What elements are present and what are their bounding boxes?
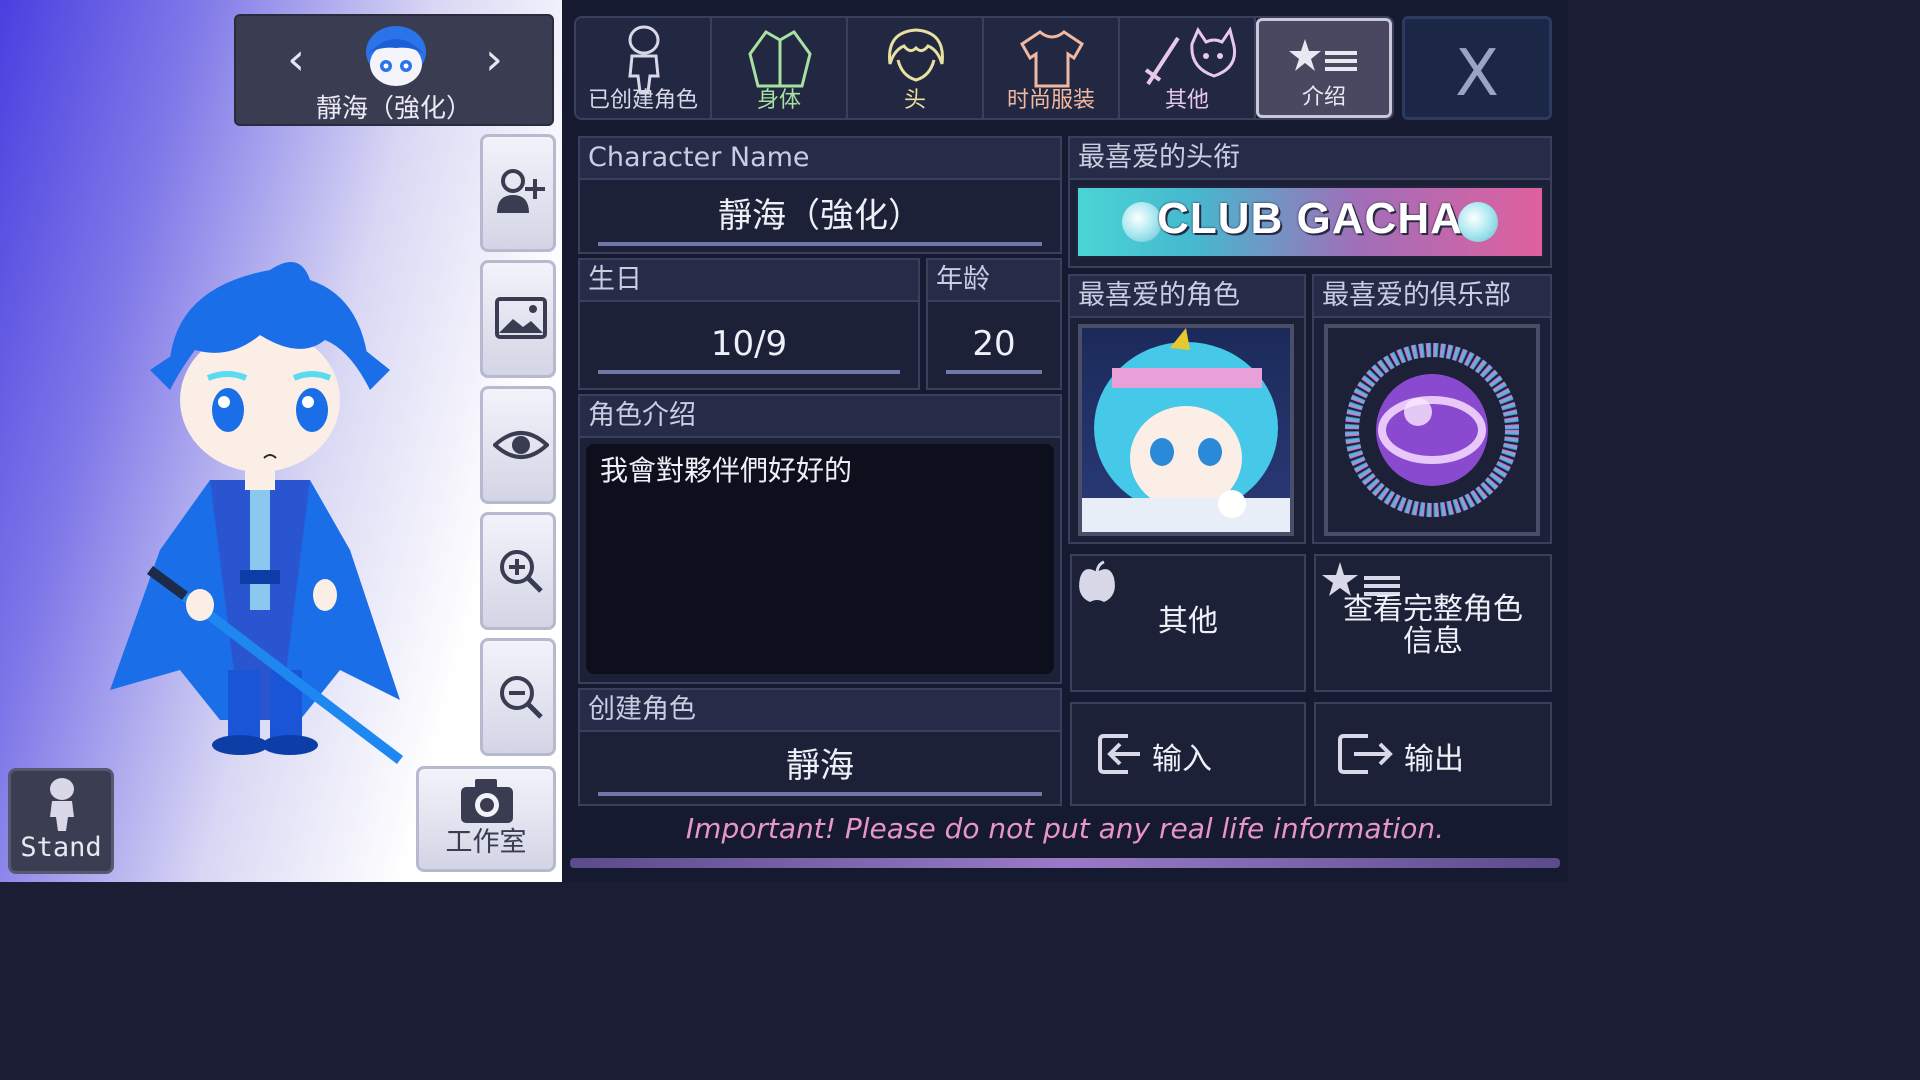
tab-label: 头 xyxy=(903,88,926,113)
tab-other[interactable]: 其他 xyxy=(1120,18,1256,118)
favorite-character-portrait[interactable] xyxy=(1078,324,1294,536)
favorite-character-section: 最喜爱的角色 xyxy=(1068,274,1306,544)
zoom-out-button[interactable] xyxy=(480,638,556,756)
next-character-button[interactable]: › xyxy=(470,36,518,84)
character-name-field[interactable]: 靜海（強化） xyxy=(598,186,1042,246)
export-button[interactable]: 输出 xyxy=(1314,702,1552,806)
export-icon xyxy=(1338,734,1393,774)
background-image-icon xyxy=(495,297,547,339)
view-full-info-button[interactable]: 查看完整角色信息 xyxy=(1314,554,1552,692)
orb-icon xyxy=(1458,202,1498,242)
tab-label: 其他 xyxy=(1164,88,1209,113)
birthday-field[interactable]: 10/9 xyxy=(598,314,900,374)
tab-body[interactable]: 身体 xyxy=(712,18,848,118)
birthday-header: 生日 xyxy=(580,260,918,302)
character-stage: ‹ › 靜海（強化） Stand 工作室 xyxy=(0,0,562,882)
club-orb-icon xyxy=(1345,343,1519,517)
creator-header: 创建角色 xyxy=(580,690,1060,732)
tab-label: 已创建角色 xyxy=(587,88,698,113)
character-name-label: 靜海（強化） xyxy=(315,94,472,124)
figure-icon xyxy=(50,778,74,831)
character-head-icon xyxy=(366,26,426,86)
camera-icon xyxy=(461,779,513,823)
age-field[interactable]: 20 xyxy=(946,314,1042,374)
birthday-section: 生日 10/9 xyxy=(578,258,920,390)
zoom-out-icon xyxy=(500,676,543,719)
age-header: 年龄 xyxy=(928,260,1060,302)
other-button[interactable]: 其他 xyxy=(1070,554,1306,692)
character-figure[interactable] xyxy=(100,250,420,770)
favorite-title-section: 最喜爱的头衔 CLUB GACHA xyxy=(1068,136,1552,268)
import-label: 输入 xyxy=(1152,742,1212,777)
character-name-header: Character Name xyxy=(580,138,1060,180)
import-button[interactable]: 输入 xyxy=(1070,702,1306,806)
introduction-textarea[interactable]: 我會對夥伴們好好的 xyxy=(586,444,1054,674)
close-icon: X xyxy=(1455,37,1499,111)
zoom-in-icon xyxy=(500,550,543,593)
panel-bottom-bar xyxy=(570,858,1560,868)
tab-label: 介绍 xyxy=(1302,85,1347,110)
anime-character-image xyxy=(1082,328,1290,532)
background-button[interactable] xyxy=(480,260,556,378)
stand-pose-button[interactable]: Stand xyxy=(8,768,114,874)
age-section: 年龄 20 xyxy=(926,258,1062,390)
export-label: 输出 xyxy=(1404,742,1464,777)
view-full-info-label: 查看完整角色信息 xyxy=(1343,592,1523,659)
add-character-button[interactable] xyxy=(480,134,556,252)
tab-introduction[interactable]: 介绍 xyxy=(1256,18,1392,118)
favorite-club-header: 最喜爱的俱乐部 xyxy=(1314,276,1550,318)
creator-section: 创建角色 靜海 xyxy=(578,688,1062,806)
tab-head[interactable]: 头 xyxy=(848,18,984,118)
favorite-club-emblem[interactable] xyxy=(1324,324,1540,536)
favorite-title-banner[interactable]: CLUB GACHA xyxy=(1076,186,1544,258)
favorite-title-header: 最喜爱的头衔 xyxy=(1070,138,1550,180)
introduction-section: 角色介绍 我會對夥伴們好好的 xyxy=(578,394,1062,684)
other-button-label: 其他 xyxy=(1158,604,1218,639)
tab-label: 身体 xyxy=(756,88,801,113)
studio-button-label: 工作室 xyxy=(445,827,527,858)
zoom-in-button[interactable] xyxy=(480,512,556,630)
tab-created-characters[interactable]: 已创建角色 xyxy=(576,18,712,118)
studio-button[interactable]: 工作室 xyxy=(416,766,556,872)
creator-field[interactable]: 靜海 xyxy=(598,736,1042,796)
introduction-header: 角色介绍 xyxy=(580,396,1060,438)
prev-character-button[interactable]: ‹ xyxy=(272,36,320,84)
add-character-icon xyxy=(497,169,545,213)
close-button[interactable]: X xyxy=(1402,16,1552,120)
character-selector: ‹ › 靜海（強化） xyxy=(234,14,554,126)
visibility-button[interactable] xyxy=(480,386,556,504)
import-icon xyxy=(1098,734,1140,774)
category-tabs: 已创建角色 身体 头 时尚服装 其他 介绍 xyxy=(574,16,1394,120)
favorite-club-section: 最喜爱的俱乐部 xyxy=(1312,274,1552,544)
eye-icon xyxy=(493,431,549,459)
profile-panel: 已创建角色 身体 头 时尚服装 其他 介绍 X Character Name 靜… xyxy=(562,0,1568,882)
privacy-warning: Important! Please do not put any real li… xyxy=(685,812,1445,845)
tab-fashion[interactable]: 时尚服装 xyxy=(984,18,1120,118)
tab-label: 时尚服装 xyxy=(1006,88,1095,113)
character-name-section: Character Name 靜海（強化） xyxy=(578,136,1062,254)
favorite-character-header: 最喜爱的角色 xyxy=(1070,276,1304,318)
stand-button-label: Stand xyxy=(20,832,102,863)
